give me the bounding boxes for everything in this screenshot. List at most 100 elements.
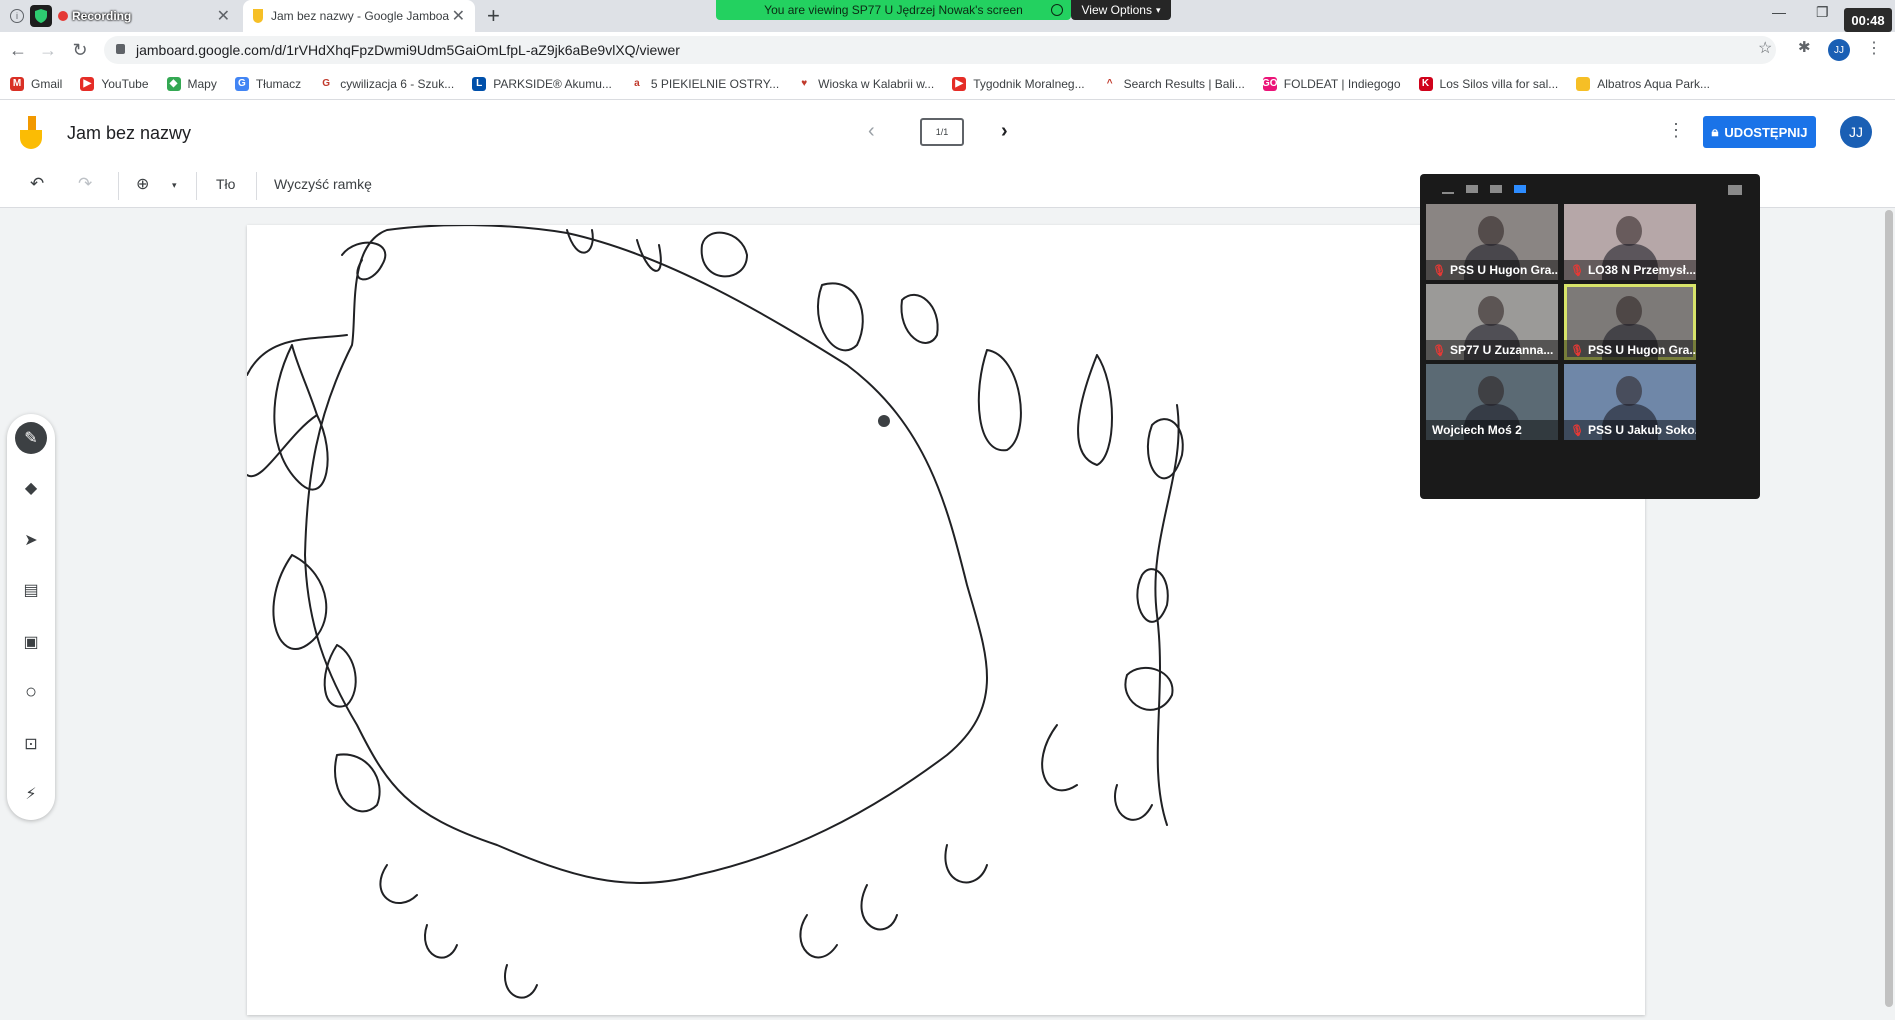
view-options-button[interactable]: View Options ▾ (1071, 0, 1171, 20)
view-options-label: View Options (1081, 3, 1152, 17)
participant-tile[interactable]: Wojciech Moś 2 (1426, 364, 1558, 440)
new-tab-button[interactable]: + (487, 0, 511, 32)
screen-share-text: You are viewing SP77 U Jędrzej Nowak's s… (764, 3, 1023, 17)
participant-name: 🎙︎ PSS U Hugon Gra... (1426, 260, 1558, 280)
bookmark-item[interactable]: ♥ Wioska w Kalabrii w... (797, 76, 935, 91)
url-text: jamboard.google.com/d/1rVHdXhqFpzDwmi9Ud… (136, 42, 680, 58)
participant-name-text: LO38 N Przemysł... (1587, 263, 1696, 277)
bookmark-favicon-icon (1576, 76, 1591, 91)
participant-name: Wojciech Moś 2 (1426, 420, 1558, 440)
minimize-icon[interactable] (1442, 192, 1454, 194)
bookmark-favicon-icon: GO (1262, 76, 1278, 91)
frame-bar-toggle[interactable]: 1/1 (920, 118, 964, 146)
bookmark-item[interactable]: ▶ Tygodnik Moralneg... (952, 76, 1085, 91)
participant-name: 🎙︎ PSS U Hugon Gra... (1564, 340, 1696, 360)
tab-close-icon[interactable]: ✕ (217, 6, 230, 26)
participant-tile[interactable]: 🎙︎ SP77 U Zuzanna... (1426, 284, 1558, 360)
address-bar[interactable]: jamboard.google.com/d/1rVHdXhqFpzDwmi9Ud… (104, 36, 1776, 64)
bookmark-item[interactable]: G Tłumacz (234, 76, 302, 91)
scrollbar-thumb[interactable] (1885, 210, 1893, 1007)
bookmark-label: Albatros Aqua Park... (1597, 76, 1710, 91)
bookmark-favicon-icon: ▶ (952, 76, 967, 91)
text-box-icon[interactable]: ⊡ (15, 728, 47, 760)
bookmark-item[interactable]: M Gmail (10, 76, 62, 91)
bookmark-star-icon[interactable]: ☆ (1758, 38, 1772, 58)
bookmark-label: Tygodnik Moralneg... (973, 76, 1085, 91)
image-icon[interactable]: ▣ (15, 626, 47, 658)
bookmark-item[interactable]: ◆ Mapy (166, 76, 217, 91)
share-button[interactable]: 🔒︎ UDOSTĘPNIJ (1703, 116, 1816, 148)
forward-icon[interactable]: → (36, 38, 60, 62)
bookmark-favicon-icon: M (10, 76, 24, 91)
participant-tile[interactable]: 🎙︎ LO38 N Przemysł... (1564, 204, 1696, 280)
clear-frame-button[interactable]: Wyczyść ramkę (274, 176, 372, 192)
bookmark-label: FOLDEAT | Indiegogo (1283, 76, 1401, 91)
bookmark-item[interactable]: Albatros Aqua Park... (1576, 76, 1710, 91)
gallery-view-icon[interactable] (1514, 185, 1526, 193)
strip-view-icon[interactable] (1490, 185, 1502, 193)
bookmark-item[interactable]: Gcywilizacja 6 - Szuk... (319, 76, 455, 91)
shield-icon (30, 5, 52, 27)
minimize-icon[interactable]: — (1772, 4, 1786, 20)
participant-video (1616, 376, 1642, 406)
zoom-icon[interactable]: ⊕ (136, 174, 149, 194)
participant-name: 🎙︎ LO38 N Przemysł... (1564, 260, 1696, 280)
bookmark-favicon-icon: ◆ (166, 76, 181, 91)
participant-tile[interactable]: 🎙︎ PSS U Hugon Gra... (1426, 204, 1558, 280)
bookmark-item[interactable]: ▶ YouTube (80, 76, 149, 91)
muted-mic-icon: 🎙︎ (1432, 344, 1446, 357)
participant-name-text: SP77 U Zuzanna... (1449, 343, 1554, 357)
tool-palette: ✎ ◆ ➤ ▤ ▣ ○ ⊡ ⚡︎ (7, 414, 55, 820)
participant-tile[interactable]: 🎙︎ PSS U Jakub Soko... (1564, 364, 1696, 440)
laser-icon[interactable]: ⚡︎ (15, 778, 47, 810)
more-options-icon[interactable]: ⋮ (1667, 120, 1685, 141)
participant-video (1616, 296, 1642, 326)
participant-video (1616, 216, 1642, 246)
participant-tile[interactable]: 🎙︎ PSS U Hugon Gra... (1564, 284, 1696, 360)
pen-icon[interactable]: ✎ (15, 422, 47, 454)
bookmark-label: Tłumacz (255, 76, 302, 91)
chevron-down-icon[interactable]: ▾ (172, 180, 177, 191)
bookmark-favicon-icon: ▶ (80, 76, 95, 91)
previous-frame-icon[interactable]: ‹ (868, 120, 875, 143)
eraser-icon[interactable]: ◆ (15, 472, 47, 504)
bookmark-label: cywilizacja 6 - Szuk... (340, 76, 455, 91)
reload-icon[interactable]: ↻ (68, 38, 92, 62)
bookmark-label: Mapy (187, 76, 217, 91)
tab-recording[interactable]: i Recording ✕ (0, 0, 240, 32)
frame-indicator: 1/1 (935, 127, 949, 137)
redo-icon[interactable]: ↷ (78, 174, 92, 194)
circle-icon[interactable]: ○ (15, 676, 47, 708)
avatar[interactable]: JJ (1840, 116, 1872, 148)
bookmark-item[interactable]: GO FOLDEAT | Indiegogo (1262, 76, 1401, 91)
jamboard-logo-icon (20, 116, 42, 149)
lock-icon: 🔒︎ (1711, 124, 1719, 139)
speaker-view-icon[interactable] (1466, 185, 1478, 193)
muted-mic-icon: 🎙︎ (1570, 424, 1584, 437)
bookmarks-bar: M Gmail ▶ YouTube ◆ Mapy G Tłumacz Gcywilizacja … (0, 68, 1895, 100)
bookmark-item[interactable]: a 5 PIEKIELNIE OSTRY... (629, 76, 779, 91)
bookmark-item[interactable]: K Los Silos villa for sal... (1418, 76, 1559, 91)
exit-fullscreen-icon[interactable] (1728, 185, 1742, 195)
screen-share-banner: You are viewing SP77 U Jędrzej Nowak's s… (716, 0, 1071, 20)
bookmark-label: Los Silos villa for sal... (1439, 76, 1559, 91)
lock-icon[interactable] (116, 44, 125, 54)
bookmark-item[interactable]: L PARKSIDE® Akumu... (472, 76, 612, 91)
sticky-note-icon[interactable]: ▤ (15, 574, 47, 606)
profile-avatar[interactable]: JJ (1828, 39, 1850, 61)
bookmark-label: Wioska w Kalabrii w... (818, 76, 935, 91)
tab-close-icon[interactable]: ✕ (452, 6, 465, 26)
bookmark-item[interactable]: ^ Search Results | Bali... (1102, 76, 1245, 91)
participant-name: 🎙︎ SP77 U Zuzanna... (1426, 340, 1558, 360)
restore-icon[interactable]: ❐ (1816, 4, 1829, 21)
background-button[interactable]: Tło (216, 176, 235, 192)
undo-icon[interactable]: ↶ (30, 174, 44, 194)
extensions-icon[interactable]: ✱ (1798, 38, 1811, 56)
jam-title[interactable]: Jam bez nazwy (67, 123, 191, 144)
tab-jamboard[interactable]: Jam bez nazwy - Google Jamboa ✕ (243, 0, 475, 32)
back-icon[interactable]: ← (6, 38, 30, 62)
browser-menu-icon[interactable]: ⋮ (1866, 38, 1882, 58)
next-frame-icon[interactable]: › (1001, 120, 1008, 143)
select-arrow-icon[interactable]: ➤ (15, 524, 47, 556)
bookmark-favicon-icon: G (319, 76, 334, 91)
